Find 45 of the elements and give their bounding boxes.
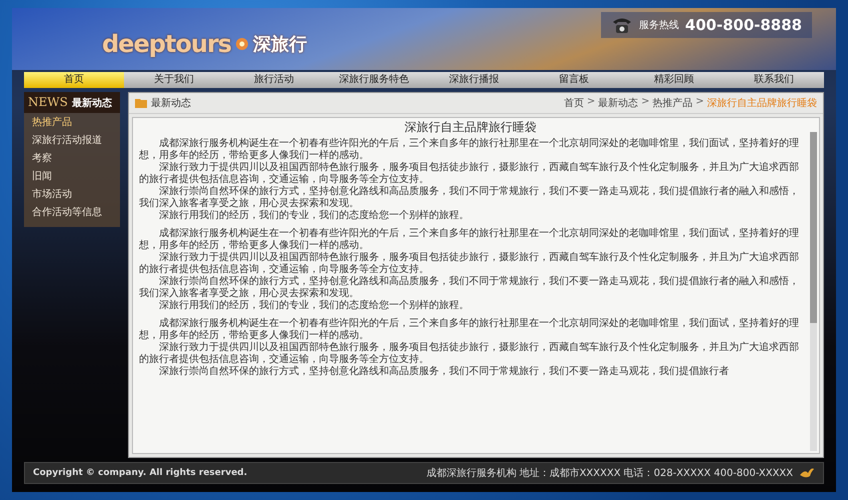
breadcrumb-separator: > bbox=[696, 96, 704, 109]
article-paragraph: 成都深旅行服务机构诞生在一个初春有些许阳光的午后，三个来自多年的旅行社那里在一个北京胡同深处的老咖啡馆里，我们面试，坚持着好的理想，用多年的经历，带给更多人像我们一样的感动。 bbox=[139, 138, 800, 162]
hotline-label: 服务热线 bbox=[639, 18, 680, 32]
nav-item[interactable]: 精彩回顾 bbox=[624, 72, 724, 88]
sidebar-item[interactable]: 考察 bbox=[24, 149, 120, 167]
breadcrumb-separator: > bbox=[641, 96, 650, 109]
logo-chinese-text: 深旅行 bbox=[253, 33, 308, 56]
nav-item[interactable]: 首页 bbox=[24, 72, 124, 88]
sidebar-title: 最新动态 bbox=[72, 96, 112, 110]
article-paragraph: 深旅行用我们的经历，我们的专业，我们的态度给您一个别样的旅程。 bbox=[158, 210, 470, 222]
hotline-number: 400-800-8888 bbox=[685, 16, 802, 34]
breadcrumb-separator: > bbox=[586, 96, 596, 109]
nav-item[interactable]: 深旅行播报 bbox=[424, 72, 524, 88]
panel-title: 最新动态 bbox=[151, 96, 191, 110]
article-paragraph: 成都深旅行服务机构诞生在一个初春有些许阳光的午后，三个来自多年的旅行社那里在一个北京胡同深处的老咖啡馆里，我们面试，坚持着好的理想，用多年的经历，带给更多人像我们一样的感动。 bbox=[139, 318, 800, 342]
nav-item[interactable]: 旅行活动 bbox=[224, 72, 324, 88]
article-paragraph: 深旅行致力于提供四川以及祖国西部特色旅行服务，服务项目包括徒步旅行，摄影旅行，西藏自驾车旅行及个性化定制服务，并且为广大追求西部的旅行者提供包括信息咨询，交通运输，向导服务等全方位支持。 bbox=[139, 162, 800, 186]
nav-item[interactable]: 留言板 bbox=[524, 72, 624, 88]
sidebar-title-english: NEWS bbox=[28, 95, 68, 109]
article-paragraph: 深旅行崇尚自然环保的旅行方式，坚持创意化路线和高品质服务，我们不同于常规旅行，我们不要一路走马观花，我们提倡旅行者 bbox=[158, 366, 730, 378]
flower-icon bbox=[234, 36, 250, 52]
copyright-text: Copyright © company. All rights reserved. bbox=[33, 468, 248, 478]
article-paragraph: 深旅行致力于提供四川以及祖国西部特色旅行服务，服务项目包括徒步旅行，摄影旅行，西藏自驾车旅行及个性化定制服务，并且为广大追求西部的旅行者提供包括信息咨询，交通运输，向导服务等全方位支持。 bbox=[139, 342, 800, 366]
article-paragraph: 深旅行用我们的经历，我们的专业，我们的态度给您一个别样的旅程。 bbox=[158, 300, 470, 312]
article-paragraph: 深旅行崇尚自然环保的旅行方式，坚持创意化路线和高品质服务，我们不同于常规旅行，我们不要一路走马观花，我们提倡旅行者的融入和感悟，我们深入旅客者享受之旅，用心灵去探索和发现。 bbox=[139, 186, 800, 210]
breadcrumb-link[interactable]: 最新动态 bbox=[598, 96, 638, 110]
scrollbar[interactable] bbox=[810, 132, 817, 451]
sidebar-item[interactable]: 市场活动 bbox=[24, 185, 120, 203]
logo-text: deeptours bbox=[102, 30, 232, 58]
article-title: 深旅行自主品牌旅行睡袋 bbox=[404, 119, 538, 136]
article-paragraph: 成都深旅行服务机构诞生在一个初春有些许阳光的午后，三个来自多年的旅行社那里在一个北京胡同深处的老咖啡馆里，我们面试，坚持着好的理想，用多年的经历，带给更多人像我们一样的感动。 bbox=[139, 228, 800, 252]
sidebar-item[interactable]: 热推产品 bbox=[24, 113, 120, 131]
article-paragraph: 深旅行崇尚自然环保的旅行方式，坚持创意化路线和高品质服务，我们不同于常规旅行，我们不要一路走马观花，我们提倡旅行者的融入和感悟，我们深入旅客者享受之旅，用心灵去探索和发现。 bbox=[139, 276, 800, 300]
nav-item[interactable]: 联系我们 bbox=[724, 72, 824, 88]
sidebar-item[interactable]: 深旅行活动报道 bbox=[24, 131, 120, 149]
contact-text: 成都深旅行服务机构 地址：成都市XXXXXX 电话：028-XXXXX 400-800-XXXXX bbox=[426, 466, 793, 480]
sidebar-item[interactable]: 合作活动等信息 bbox=[24, 203, 120, 221]
breadcrumb-link[interactable]: 热推产品 bbox=[652, 96, 693, 110]
sidebar-item[interactable]: 旧闻 bbox=[24, 167, 120, 185]
article-paragraph: 深旅行致力于提供四川以及祖国西部特色旅行服务，服务项目包括徒步旅行，摄影旅行，西藏自驾车旅行及个性化定制服务，并且为广大追求西部的旅行者提供包括信息咨询，交通运输，向导服务等全方位支持。 bbox=[139, 252, 800, 276]
folder-icon bbox=[135, 98, 147, 108]
breadcrumb-link[interactable]: 首页 bbox=[564, 96, 584, 110]
telephone-icon bbox=[611, 16, 634, 34]
nav-item[interactable]: 深旅行服务特色 bbox=[324, 72, 424, 88]
nav-item[interactable]: 关于我们 bbox=[124, 72, 224, 88]
